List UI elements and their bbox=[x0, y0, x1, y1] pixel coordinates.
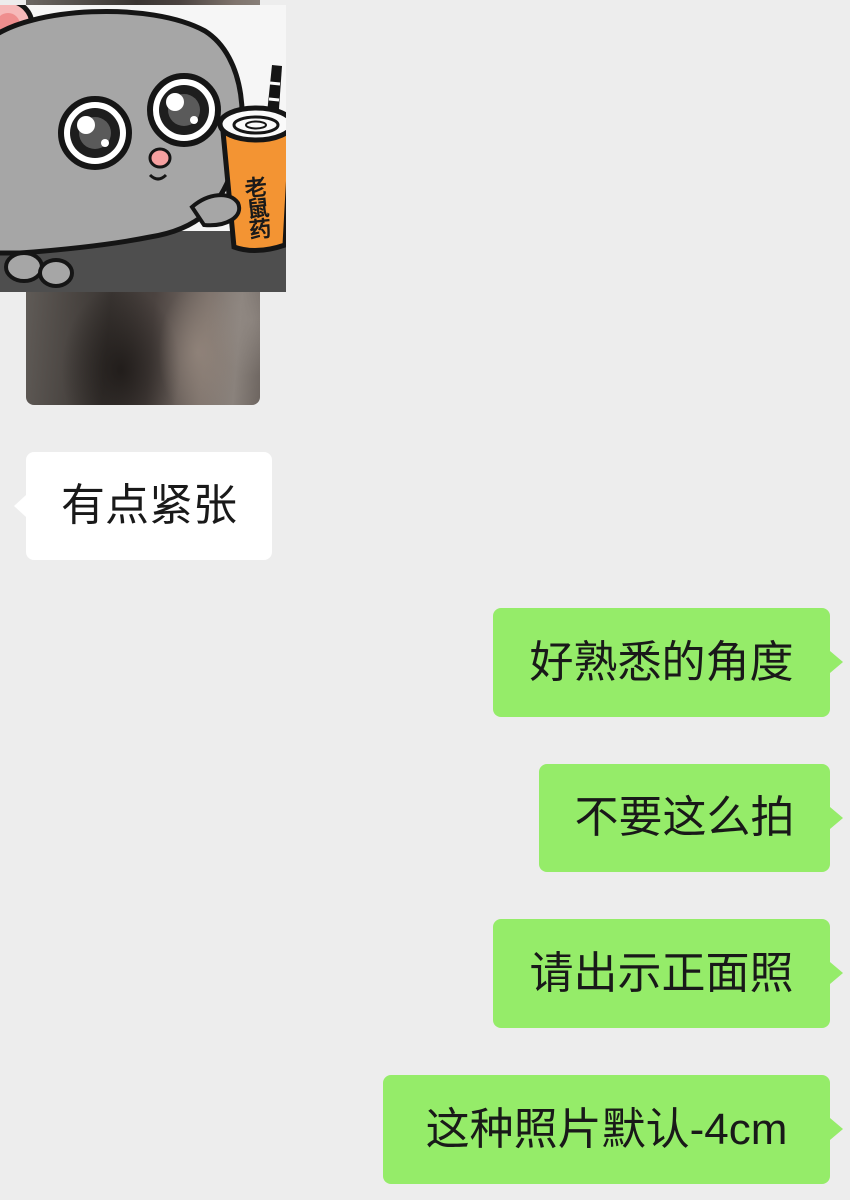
cup-lid bbox=[217, 105, 286, 143]
mouse-holding-drink-icon bbox=[0, 5, 286, 292]
mouse-arm bbox=[189, 193, 242, 228]
message-text: 有点紧张 bbox=[61, 481, 237, 530]
message-text: 请出示正面照 bbox=[529, 948, 794, 998]
message-text: 这种照片默认-4cm bbox=[425, 1104, 788, 1154]
outgoing-text-bubble[interactable]: 请出示正面照 bbox=[493, 919, 843, 1028]
chat-message-list[interactable]: 老鼠药 有点紧张 好熟悉的角度 不要这么拍 请出示正面照 这种照片默认-4cm bbox=[0, 0, 850, 1200]
outgoing-text-bubble[interactable]: 这种照片默认-4cm bbox=[383, 1075, 843, 1184]
mouse-right-eye bbox=[147, 73, 221, 147]
outgoing-text-bubble[interactable]: 好熟悉的角度 bbox=[493, 608, 843, 717]
incoming-text-bubble[interactable]: 有点紧张 bbox=[14, 452, 272, 560]
sticker-cup-lettering: 老鼠药 bbox=[240, 174, 273, 241]
sticker-message[interactable] bbox=[0, 5, 286, 292]
outgoing-text-bubble[interactable]: 不要这么拍 bbox=[539, 764, 843, 872]
message-text: 不要这么拍 bbox=[574, 793, 795, 842]
mouse-left-eye bbox=[58, 96, 132, 170]
message-text: 好熟悉的角度 bbox=[529, 637, 794, 687]
